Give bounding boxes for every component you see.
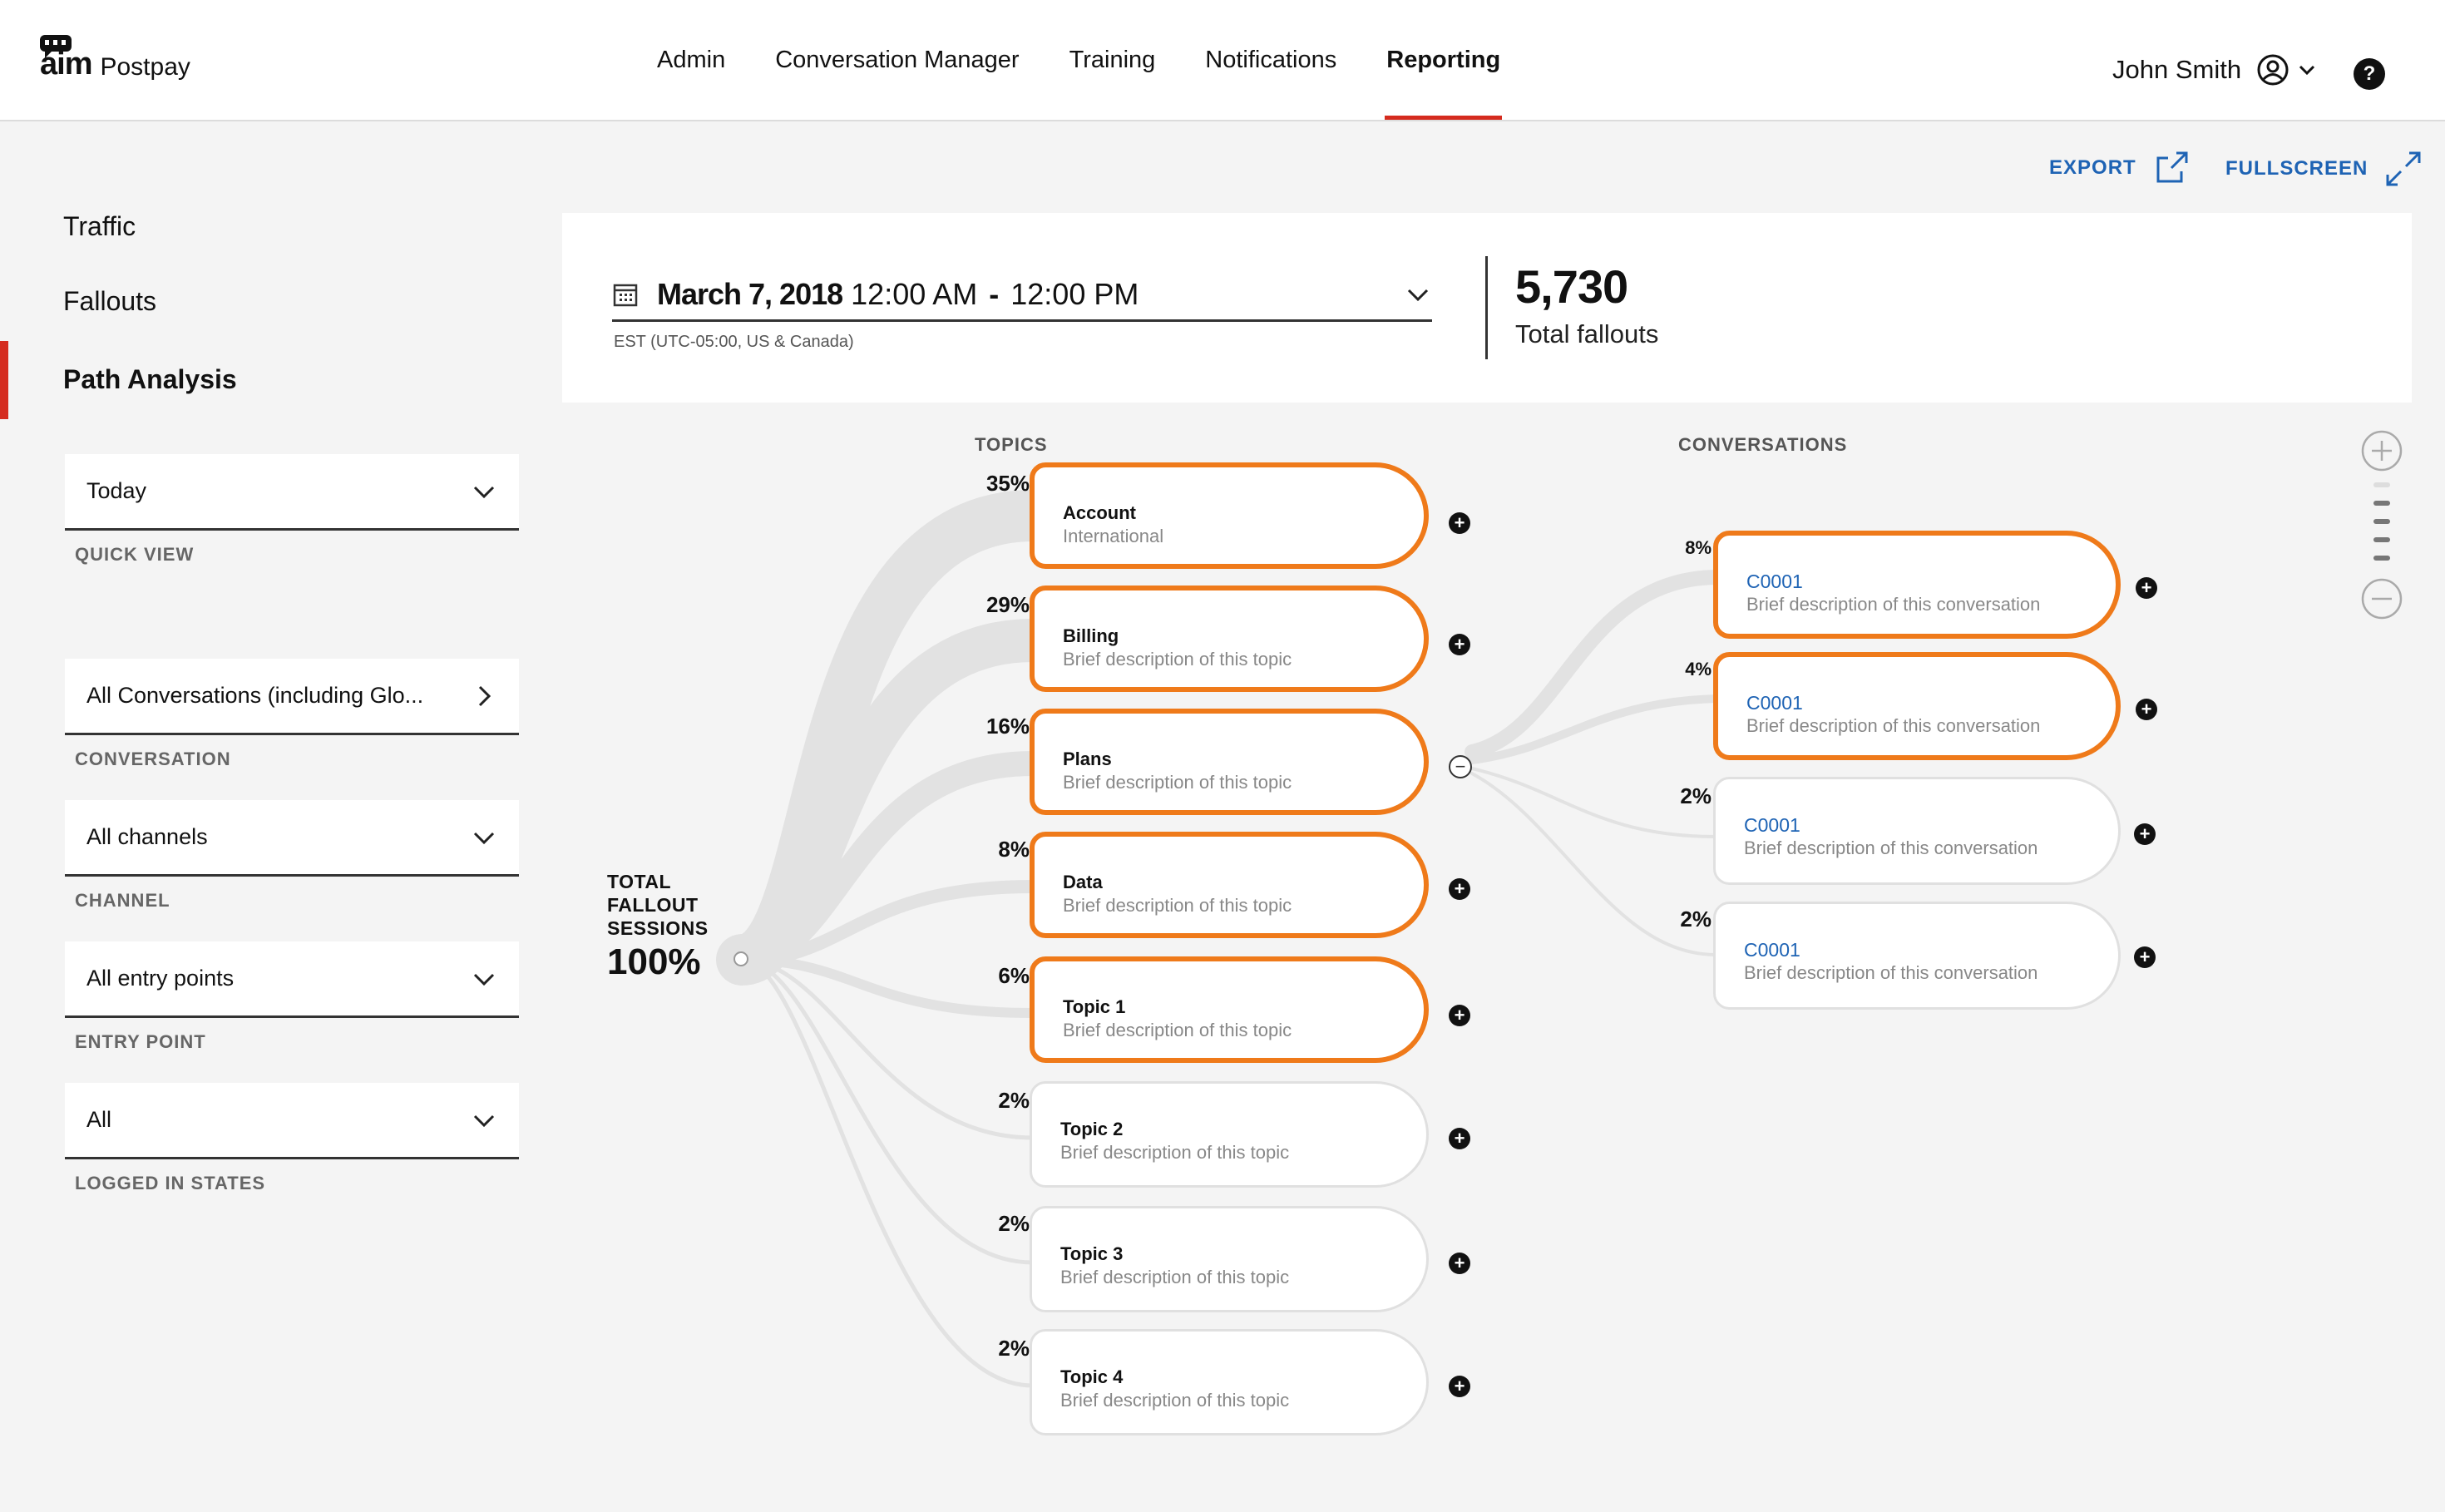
conversations-column-title: CONVERSATIONS <box>1678 434 1848 455</box>
plus-icon[interactable]: + <box>1449 1253 1470 1274</box>
conversation-node[interactable]: C0001 Brief description of this conversa… <box>1713 652 2121 760</box>
topic-description: Brief description of this topic <box>1060 1142 1290 1163</box>
root-node-dot <box>734 951 748 966</box>
topic-description: Brief description of this topic <box>1063 1020 1292 1040</box>
plus-icon[interactable]: + <box>2134 946 2156 968</box>
topic-title: Billing <box>1063 625 1119 646</box>
conversation-percentage: 2% <box>1680 783 1712 808</box>
topic-percentage: 8% <box>998 837 1030 862</box>
topic-node-topic-4[interactable]: Topic 4 Brief description of this topic <box>1030 1329 1429 1435</box>
plus-icon[interactable]: + <box>2136 699 2157 720</box>
topic-node-topic-3[interactable]: Topic 3 Brief description of this topic <box>1030 1206 1429 1312</box>
topic-node-account[interactable]: Account International <box>1030 462 1429 569</box>
plus-icon[interactable]: + <box>1449 634 1470 655</box>
plus-icon[interactable]: + <box>1449 512 1470 534</box>
conversation-description: Brief description of this conversation <box>1746 594 2041 615</box>
conversation-percentage: 2% <box>1680 907 1712 931</box>
plus-icon[interactable]: + <box>1449 878 1470 900</box>
topics-column-title: TOPICS <box>975 434 1048 455</box>
topic-percentage: 6% <box>998 963 1030 988</box>
topic-node-plans[interactable]: Plans Brief description of this topic <box>1030 709 1429 815</box>
zoom-out-icon[interactable] <box>2360 577 2403 620</box>
topic-percentage: 16% <box>985 714 1030 739</box>
topic-title: Topic 3 <box>1060 1243 1124 1264</box>
topic-percentage: 2% <box>998 1336 1030 1361</box>
plus-icon[interactable]: + <box>1449 1128 1470 1149</box>
zoom-slider[interactable] <box>2360 481 2403 572</box>
root-percentage: 100% <box>607 941 701 982</box>
topic-description: Brief description of this topic <box>1063 649 1292 670</box>
topic-percentage: 35% <box>985 471 1030 496</box>
conversation-percentage: 4% <box>1685 659 1712 679</box>
conversation-description: Brief description of this conversation <box>1744 838 2038 858</box>
root-label-line: FALLOUT <box>607 894 699 916</box>
topic-title: Topic 4 <box>1060 1366 1124 1387</box>
conversation-id-link[interactable]: C0001 <box>1746 692 1803 714</box>
topic-description: Brief description of this topic <box>1060 1390 1290 1411</box>
minus-icon[interactable]: − <box>1449 755 1472 778</box>
topic-description: Brief description of this topic <box>1060 1267 1290 1287</box>
topic-description: International <box>1063 526 1164 546</box>
topic-title: Topic 2 <box>1060 1119 1124 1139</box>
flow-topic-4 <box>739 957 1035 1388</box>
conversation-percentage: 8% <box>1685 537 1712 558</box>
topic-node-billing[interactable]: Billing Brief description of this topic <box>1030 586 1429 692</box>
plus-icon[interactable]: + <box>2134 823 2156 845</box>
conversation-description: Brief description of this conversation <box>1746 715 2041 736</box>
topic-percentage: 2% <box>998 1088 1030 1113</box>
topic-title: Topic 1 <box>1063 996 1126 1017</box>
topic-description: Brief description of this topic <box>1063 772 1292 793</box>
conversation-id-link[interactable]: C0001 <box>1746 571 1803 593</box>
topic-title: Data <box>1063 872 1103 892</box>
topic-description: Brief description of this topic <box>1063 895 1292 916</box>
root-label-line: SESSIONS <box>607 917 709 939</box>
topic-node-topic-1[interactable]: Topic 1 Brief description of this topic <box>1030 956 1429 1063</box>
topic-percentage: 29% <box>985 592 1030 617</box>
zoom-in-icon[interactable] <box>2360 429 2403 472</box>
root-label: TOTAL FALLOUT SESSIONS <box>607 870 709 940</box>
plus-icon[interactable]: + <box>1449 1376 1470 1397</box>
plus-icon[interactable]: + <box>2136 577 2157 599</box>
plus-icon[interactable]: + <box>1449 1005 1470 1026</box>
conversation-id-link[interactable]: C0001 <box>1744 814 1800 837</box>
conversation-node[interactable]: C0001 Brief description of this conversa… <box>1713 777 2121 885</box>
conversation-node[interactable]: C0001 Brief description of this conversa… <box>1713 902 2121 1010</box>
topic-node-topic-2[interactable]: Topic 2 Brief description of this topic <box>1030 1081 1429 1188</box>
topic-title: Account <box>1063 502 1136 523</box>
topic-title: Plans <box>1063 749 1112 769</box>
conversation-description: Brief description of this conversation <box>1744 962 2038 983</box>
conversation-node[interactable]: C0001 Brief description of this conversa… <box>1713 531 2121 639</box>
topic-node-data[interactable]: Data Brief description of this topic <box>1030 832 1429 938</box>
topic-percentage: 2% <box>998 1211 1030 1236</box>
root-label-line: TOTAL <box>607 871 672 892</box>
conversation-id-link[interactable]: C0001 <box>1744 939 1800 961</box>
